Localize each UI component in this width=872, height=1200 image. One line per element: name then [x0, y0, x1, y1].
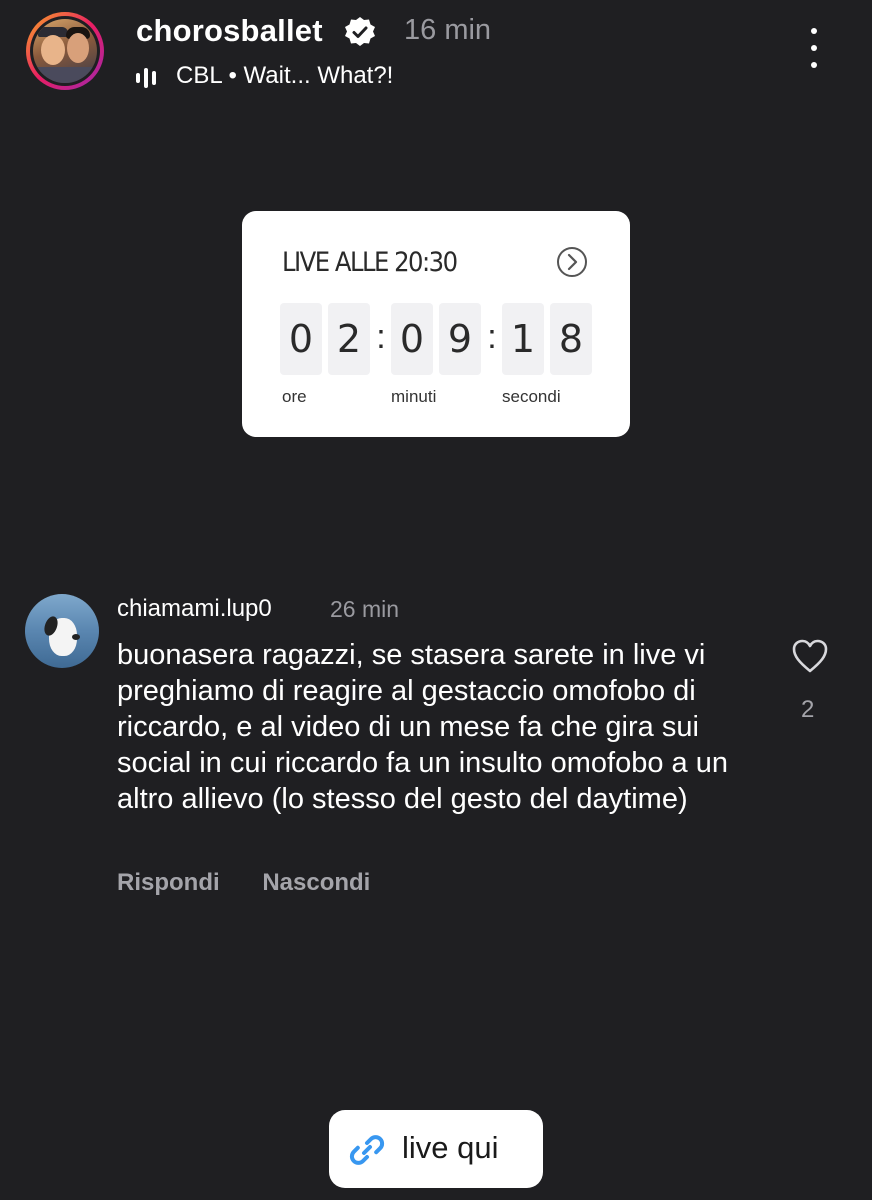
- username[interactable]: chorosballet: [136, 13, 323, 49]
- commenter-avatar[interactable]: [25, 594, 99, 668]
- audio-bars-icon: [136, 66, 166, 88]
- more-options-icon[interactable]: [808, 28, 820, 72]
- story-header: chorosballet 16 min CBL • Wait... What?!: [0, 0, 872, 110]
- verified-badge-icon: [345, 17, 375, 46]
- minutes-label: minuti: [391, 387, 437, 406]
- comment-text: buonasera ragazzi, se stasera sarete in …: [117, 639, 728, 815]
- hours-label: ore: [282, 387, 307, 406]
- countdown-sticker[interactable]: LIVE ALLE 20:30 0 2 : 0 9 : 1 8 ore minu…: [242, 211, 630, 437]
- reply-button[interactable]: Rispondi: [117, 869, 220, 896]
- post-time: 16 min: [404, 14, 492, 46]
- countdown-digit: 9: [439, 303, 481, 375]
- comment-actions: Rispondi Nascondi: [117, 869, 406, 897]
- countdown-digit: 0: [280, 303, 322, 375]
- countdown-digit: 8: [550, 303, 592, 375]
- like-count: 2: [801, 696, 815, 723]
- profile-avatar[interactable]: [26, 12, 104, 90]
- heart-icon[interactable]: [791, 638, 829, 674]
- countdown-digit: 1: [502, 303, 544, 375]
- seconds-label: secondi: [502, 387, 561, 406]
- hide-button[interactable]: Nascondi: [262, 869, 370, 896]
- audio-track-label[interactable]: CBL • Wait... What?!: [176, 62, 393, 90]
- link-icon: [349, 1135, 385, 1165]
- link-sticker[interactable]: live qui: [329, 1110, 543, 1188]
- link-sticker-label: live qui: [402, 1130, 499, 1165]
- countdown-separator: :: [376, 318, 386, 356]
- countdown-title: LIVE ALLE 20:30: [282, 247, 458, 278]
- countdown-separator: :: [487, 318, 497, 356]
- commenter-username[interactable]: chiamami.lup0: [117, 595, 272, 623]
- countdown-digit: 0: [391, 303, 433, 375]
- comment-time: 26 min: [330, 596, 400, 622]
- chevron-right-circle-icon[interactable]: [556, 246, 588, 278]
- countdown-digit: 2: [328, 303, 370, 375]
